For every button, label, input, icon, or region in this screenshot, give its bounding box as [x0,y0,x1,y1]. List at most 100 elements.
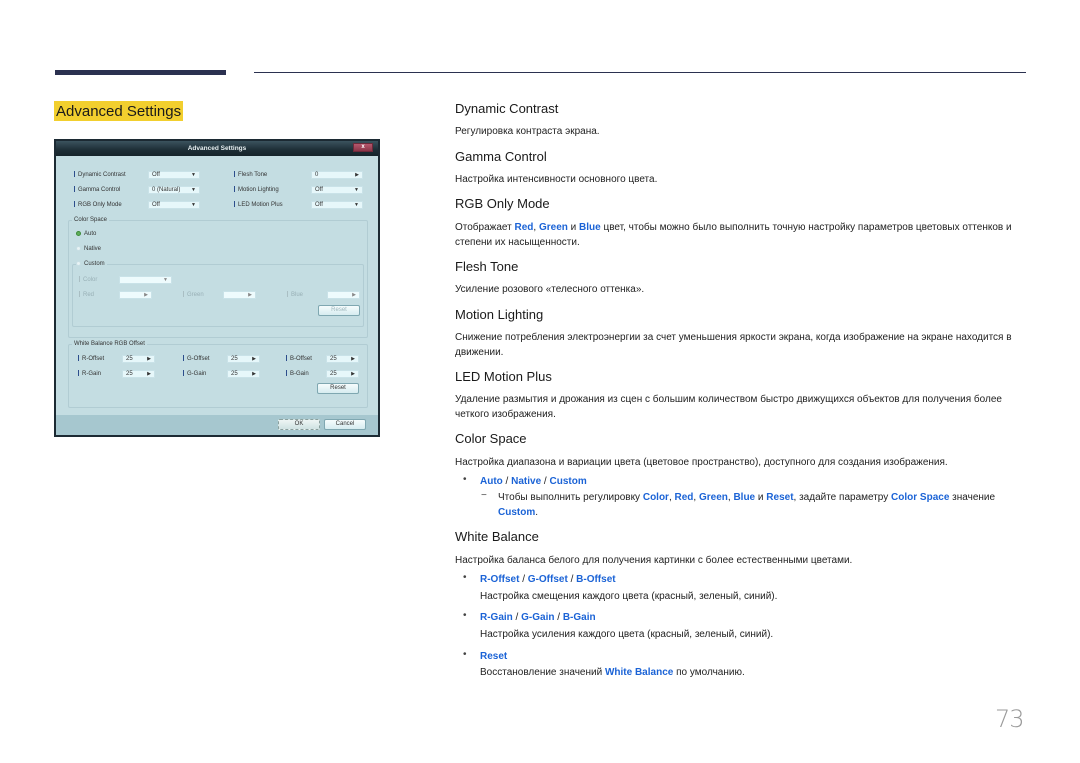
dash-marker: − [481,490,487,501]
radio-custom[interactable]: Custom [76,261,107,267]
bullet: • [463,572,467,583]
section-title: Advanced Settings [54,101,184,121]
label-rgb-only-mode: RGB Only Mode [74,201,122,208]
chevron-right-icon: ▶ [351,356,355,362]
blue-stepper[interactable]: ▶ [327,291,360,299]
close-icon: x [361,144,365,150]
color-space-options: Auto / Native / Custom [480,476,587,487]
text-led-motion-plus: Удаление размытия и дрожания из сцен с б… [455,394,1002,420]
text-gamma-control: Настройка интенсивности основного цвета. [455,174,658,185]
color-space-group: Color Space Auto Native Custom Color ▼ R… [68,217,368,338]
g-gain-stepper[interactable]: 25 ▶ [227,370,260,378]
dialog-title: Advanced Settings [187,145,247,152]
page-number: 73 [995,705,1025,733]
text-reset: Восстановление значений White Balance по… [480,667,745,678]
color-select[interactable]: ▼ [119,276,172,284]
white-balance-reset-button[interactable]: Reset [317,383,359,394]
label-gamma-control: Gamma Control [74,186,120,193]
label-g-gain: G-Gain [183,370,206,377]
chevron-right-icon: ▶ [248,292,252,298]
chevron-right-icon: ▶ [351,371,355,377]
rgb-only-mode-select[interactable]: Off ▼ [148,201,200,209]
color-space-group-title: Color Space [72,217,110,224]
text-color-space: Настройка диапазона и вариации цвета (цв… [455,457,948,468]
heading-white-balance: White Balance [455,529,539,544]
label-flesh-tone: Flesh Tone [234,171,267,178]
label-r-gain: R-Gain [78,370,101,377]
chevron-right-icon: ▶ [144,292,148,298]
reset-option: Reset [480,651,508,662]
radio-selected-icon [76,231,81,236]
text-rgb-only-mode: Отображает Red, Green и Blue цвет, чтобы… [455,222,1012,248]
red-stepper[interactable]: ▶ [119,291,152,299]
chevron-down-icon: ▼ [354,202,359,208]
chevron-right-icon: ▶ [352,292,356,298]
green-stepper[interactable]: ▶ [223,291,256,299]
header-rule-thick [55,70,226,75]
label-b-offset: B-Offset [286,355,312,362]
bullet: • [463,610,467,621]
dialog-footer: OK Cancel [56,415,378,435]
text-dynamic-contrast: Регулировка контраста экрана. [455,126,600,137]
text-offset: Настройка смещения каждого цвета (красны… [480,591,778,602]
chevron-right-icon: ▶ [355,172,359,178]
heading-rgb-only-mode: RGB Only Mode [455,196,550,211]
chevron-down-icon: ▼ [191,187,196,193]
close-button[interactable]: x [353,143,373,152]
text-motion-lighting: Снижение потребления электроэнергии за с… [455,332,1012,358]
header-rule-thin [254,72,1026,73]
label-r-offset: R-Offset [78,355,104,362]
heading-gamma-control: Gamma Control [455,149,547,164]
radio-native[interactable]: Native [76,246,101,252]
label-dynamic-contrast: Dynamic Contrast [74,171,126,178]
dynamic-contrast-select[interactable]: Off ▼ [148,171,200,179]
b-offset-stepper[interactable]: 25 ▶ [326,355,359,363]
chevron-right-icon: ▶ [147,356,151,362]
dialog-titlebar: Advanced Settings x [56,141,378,156]
heading-led-motion-plus: LED Motion Plus [455,369,552,384]
label-green: Green [183,291,204,298]
radio-auto[interactable]: Auto [76,231,96,237]
b-gain-stepper[interactable]: 25 ▶ [326,370,359,378]
label-motion-lighting: Motion Lighting [234,186,279,193]
label-led-motion-plus: LED Motion Plus [234,201,283,208]
r-offset-stepper[interactable]: 25 ▶ [122,355,155,363]
heading-color-space: Color Space [455,431,527,446]
ok-button[interactable]: OK [278,419,320,430]
color-reset-button[interactable]: Reset [318,305,360,316]
offset-options: R-Offset / G-Offset / B-Offset [480,574,616,585]
motion-lighting-select[interactable]: Off ▼ [311,186,363,194]
custom-group: Custom Color ▼ Red ▶ Green ▶ Blue ▶ Rese… [72,261,364,327]
color-space-note: Чтобы выполнить регулировку Color, Red, … [498,492,996,518]
flesh-tone-stepper[interactable]: 0 ▶ [311,171,363,179]
label-g-offset: G-Offset [183,355,210,362]
advanced-settings-dialog: Advanced Settings x Dynamic Contrast Off… [54,139,380,437]
label-color: Color [79,276,97,283]
text-gain: Настройка усиления каждого цвета (красны… [480,629,774,640]
white-balance-group: White Balance RGB Offset R-Offset 25 ▶ G-… [68,341,368,408]
chevron-right-icon: ▶ [252,356,256,362]
label-blue: Blue [287,291,303,298]
label-red: Red [79,291,94,298]
heading-motion-lighting: Motion Lighting [455,307,544,322]
cancel-button[interactable]: Cancel [324,419,366,430]
chevron-down-icon: ▼ [191,172,196,178]
chevron-down-icon: ▼ [163,277,168,283]
heading-flesh-tone: Flesh Tone [455,259,519,274]
r-gain-stepper[interactable]: 25 ▶ [122,370,155,378]
text-white-balance: Настройка баланса белого для получения к… [455,555,853,566]
g-offset-stepper[interactable]: 25 ▶ [227,355,260,363]
bullet: • [463,474,467,485]
white-balance-group-title: White Balance RGB Offset [72,341,147,348]
gain-options: R-Gain / G-Gain / B-Gain [480,612,596,623]
chevron-down-icon: ▼ [354,187,359,193]
bullet: • [463,649,467,660]
led-motion-plus-select[interactable]: Off ▼ [311,201,363,209]
text-flesh-tone: Усиление розового «телесного оттенка». [455,284,645,295]
chevron-right-icon: ▶ [252,371,256,377]
radio-unselected-icon [76,261,81,266]
label-b-gain: B-Gain [286,370,309,377]
chevron-down-icon: ▼ [191,202,196,208]
radio-unselected-icon [76,246,81,251]
gamma-control-select[interactable]: 0 (Natural) ▼ [148,186,200,194]
